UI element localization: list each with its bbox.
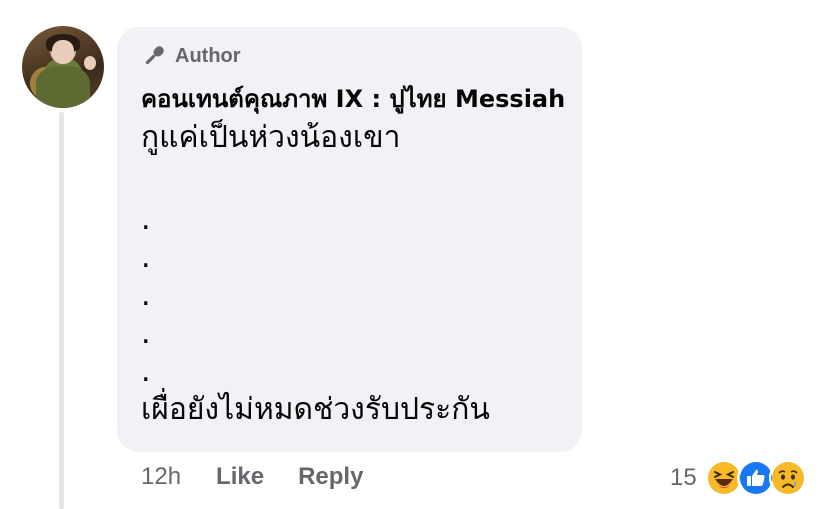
author-badge-label: Author — [175, 44, 241, 67]
reactions-summary[interactable]: 15 — [670, 459, 807, 497]
avatar[interactable] — [22, 26, 104, 108]
like-button[interactable]: Like — [216, 463, 264, 491]
comment-line: . — [141, 240, 151, 275]
comment-line: . — [141, 316, 151, 351]
comment-author-name[interactable]: คอนเทนต์คุณภาพ IX : ปูไทย Messiah — [141, 79, 565, 118]
sad-icon — [768, 459, 807, 497]
comment-bubble: Author คอนเทนต์คุณภาพ IX : ปูไทย Messiah… — [117, 27, 582, 452]
thread-line — [59, 112, 64, 509]
author-badge: Author — [141, 43, 241, 69]
reaction-count: 15 — [670, 464, 697, 491]
reply-button[interactable]: Reply — [298, 463, 363, 491]
comment-timestamp[interactable]: 12h — [141, 463, 181, 491]
comment-line: . — [141, 278, 151, 313]
microphone-icon — [145, 46, 164, 65]
comment-actions: 12h Like Reply — [141, 463, 397, 491]
comment-text: กูแค่เป็นห่วงน้องเขา . . . . . เผื่อยังไ… — [141, 119, 490, 429]
comment-line-spacer — [141, 161, 490, 201]
comment-line: กูแค่เป็นห่วงน้องเขา — [141, 120, 401, 155]
comment-line: เผื่อยังไม่หมดช่วงรับประกัน — [141, 392, 490, 427]
comment-line: . — [141, 354, 151, 389]
comment-line: . — [141, 202, 151, 237]
